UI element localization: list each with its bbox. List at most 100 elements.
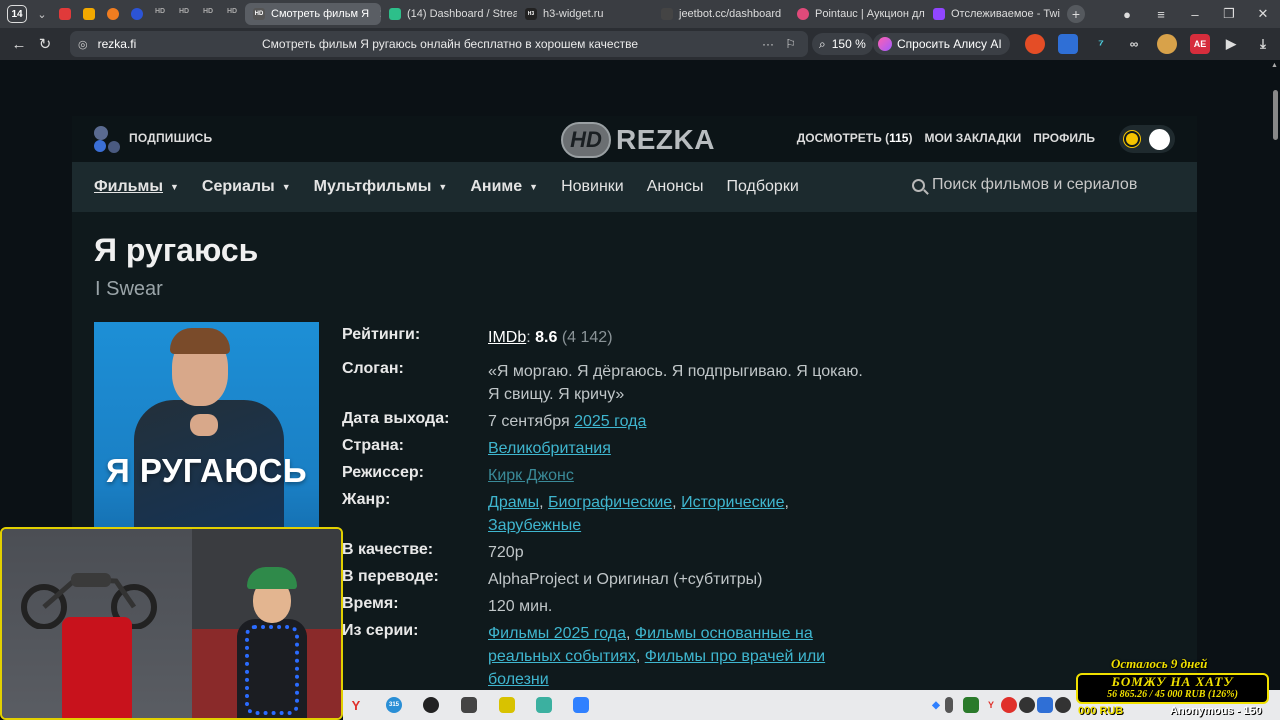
- tab-dashboard[interactable]: (14) Dashboard / Strea: [381, 3, 517, 25]
- goal-progress: 56 865.26 / 45 000 RUB (126%): [1107, 689, 1238, 700]
- info-label: Жанр:: [342, 491, 391, 508]
- genre-link[interactable]: Зарубежные: [488, 517, 581, 534]
- extension-5-icon[interactable]: [1157, 34, 1177, 54]
- tab-h3-widget[interactable]: H3 h3-widget.ru: [517, 3, 653, 25]
- app-taskbar-icon[interactable]: [461, 697, 477, 713]
- tray-icon-7[interactable]: [1037, 697, 1053, 713]
- close-window-icon[interactable]: ✕: [1246, 6, 1280, 22]
- back-arrow-icon[interactable]: ←: [6, 36, 32, 53]
- info-label: Дата выхода:: [342, 410, 450, 427]
- tab-jeetbot[interactable]: jeetbot.cc/dashboard: [653, 3, 789, 25]
- pinned-tab-game[interactable]: [102, 4, 124, 24]
- menu-new[interactable]: Новинки: [561, 178, 624, 196]
- theme-toggle[interactable]: [1119, 125, 1175, 153]
- country-link[interactable]: Великобритания: [488, 440, 611, 457]
- address-bar: ← ↻ ◎ rezka.fi Смотреть фильм Я ругаюсь …: [0, 28, 1280, 60]
- menu-films[interactable]: Фильмы ▼: [94, 178, 179, 196]
- bookmark-icon[interactable]: ⚐: [785, 37, 796, 51]
- tray-yandex-icon[interactable]: Y: [983, 697, 999, 713]
- chevron-down-icon: ▼: [281, 182, 291, 192]
- site-info-icon[interactable]: ◎: [78, 38, 88, 51]
- obs-taskbar-icon[interactable]: [423, 697, 439, 713]
- tray-icon-1[interactable]: ◆: [928, 697, 944, 713]
- site-topline: ПОДПИШИСЬ HD REZKA ДОСМОТРЕТЬ (115) МОИ …: [72, 116, 1197, 162]
- pinned-tab-yandex[interactable]: [54, 4, 76, 24]
- tray-icon-2[interactable]: [945, 697, 953, 713]
- translate-extension-icon[interactable]: [1058, 34, 1078, 54]
- pinned-tab-hd-2[interactable]: HD: [174, 4, 196, 24]
- menu-icon[interactable]: ≡: [1144, 7, 1178, 22]
- menu-announcements[interactable]: Анонсы: [647, 178, 704, 196]
- profile-link[interactable]: ПРОФИЛЬ: [1033, 131, 1095, 145]
- tray-icon-3[interactable]: [963, 697, 979, 713]
- maximize-icon[interactable]: ❐: [1212, 6, 1246, 22]
- jeetbot-favicon-icon: [661, 8, 673, 20]
- rezka-logo[interactable]: HD REZKA: [561, 122, 715, 158]
- scrollbar-thumb[interactable]: [1273, 90, 1278, 140]
- slogan-text: «Я моргаю. Я дёргаюсь. Я подпрыгиваю. Я …: [488, 363, 863, 403]
- pinned-tab-vpn[interactable]: [126, 4, 148, 24]
- telegram-taskbar-icon[interactable]: 315: [386, 697, 402, 713]
- profile-icon[interactable]: ●: [1110, 7, 1144, 22]
- search-field[interactable]: Поиск фильмов и сериалов: [912, 176, 1137, 194]
- genre-link[interactable]: Биографические: [548, 494, 672, 511]
- minimize-icon[interactable]: –: [1178, 7, 1212, 22]
- tray-icon-6[interactable]: [1019, 697, 1035, 713]
- subscribe-dots-icon[interactable]: [94, 126, 124, 154]
- page-scrollbar[interactable]: ▲: [1270, 60, 1280, 690]
- tab-twitch[interactable]: Отслеживаемое - Twi: [925, 3, 1061, 25]
- alice-icon: [878, 37, 892, 51]
- glasses-extension-icon[interactable]: ∞: [1124, 34, 1144, 54]
- original-title: I Swear: [95, 278, 163, 300]
- top-links: ДОСМОТРЕТЬ (115) МОИ ЗАКЛАДКИ ПРОФИЛЬ: [797, 131, 1095, 145]
- tray-icon-8[interactable]: [1055, 697, 1071, 713]
- media-extension-icon[interactable]: ▶: [1221, 34, 1241, 54]
- extension-1-icon[interactable]: [1025, 34, 1045, 54]
- menu-cartoons[interactable]: Мультфильмы ▼: [314, 178, 448, 196]
- search-icon: [912, 178, 925, 192]
- zoom-indicator[interactable]: ⌕ 150 %: [812, 33, 873, 55]
- browser-tab-bar: 14 ⌄ HD HD HD HD HD Смотреть фильм Я ✕ (…: [0, 0, 1280, 28]
- url-field[interactable]: ◎ rezka.fi Смотреть фильм Я ругаюсь онла…: [70, 31, 808, 57]
- genre-link[interactable]: Драмы: [488, 494, 539, 511]
- pinned-tab-hd-4[interactable]: HD: [222, 4, 244, 24]
- reload-icon[interactable]: ↻: [32, 35, 58, 53]
- lock-taskbar-icon[interactable]: [499, 697, 515, 713]
- app2-taskbar-icon[interactable]: [573, 697, 589, 713]
- goal-days-left: Осталось 9 дней: [1111, 656, 1208, 671]
- download-icon[interactable]: ⤓: [1253, 34, 1273, 54]
- extension-3-icon[interactable]: ⁷: [1091, 34, 1111, 54]
- more-icon[interactable]: ···: [762, 37, 774, 51]
- tab-rezka[interactable]: HD Смотреть фильм Я ✕: [245, 3, 381, 25]
- ae-extension-icon[interactable]: AE: [1190, 34, 1210, 54]
- yandex-taskbar-icon[interactable]: Y: [348, 697, 364, 713]
- bookmarks-link[interactable]: МОИ ЗАКЛАДКИ: [924, 131, 1021, 145]
- pointauc-favicon-icon: [797, 8, 809, 20]
- menu-collections[interactable]: Подборки: [726, 178, 798, 196]
- info-value: Кирк Джонс: [488, 464, 868, 487]
- info-label: Рейтинги:: [342, 326, 421, 343]
- pinned-tab-hd-3[interactable]: HD: [198, 4, 220, 24]
- subscribe-link[interactable]: ПОДПИШИСЬ: [129, 131, 212, 145]
- tray-icon-5[interactable]: [1001, 697, 1017, 713]
- tab-count-button[interactable]: 14: [7, 5, 27, 23]
- director-link[interactable]: Кирк Джонс: [488, 467, 574, 484]
- info-value: Великобритания: [488, 437, 868, 460]
- tab-pointauc[interactable]: Pointauc | Аукцион дл: [789, 3, 925, 25]
- scroll-up-arrow-icon[interactable]: ▲: [1271, 62, 1278, 69]
- menu-anime[interactable]: Аниме ▼: [470, 178, 538, 196]
- pinned-tab-mail[interactable]: [78, 4, 100, 24]
- pinned-tab-hd-1[interactable]: HD: [150, 4, 172, 24]
- genre-link[interactable]: Исторические: [681, 494, 784, 511]
- menu-series[interactable]: Сериалы ▼: [202, 178, 291, 196]
- watch-later-link[interactable]: ДОСМОТРЕТЬ (115): [797, 131, 913, 145]
- tab-list-chevron-icon[interactable]: ⌄: [31, 8, 53, 21]
- new-tab-plus-icon[interactable]: +: [1067, 5, 1085, 23]
- alice-button[interactable]: Спросить Алису AI: [873, 33, 1010, 55]
- info-label: Слоган:: [342, 360, 404, 377]
- folder-taskbar-icon[interactable]: [536, 697, 552, 713]
- series-link[interactable]: Фильмы 2025 года: [488, 625, 626, 642]
- release-year-link[interactable]: 2025 года: [574, 413, 646, 430]
- info-label: Страна:: [342, 437, 404, 454]
- imdb-link[interactable]: IMDb: [488, 329, 526, 346]
